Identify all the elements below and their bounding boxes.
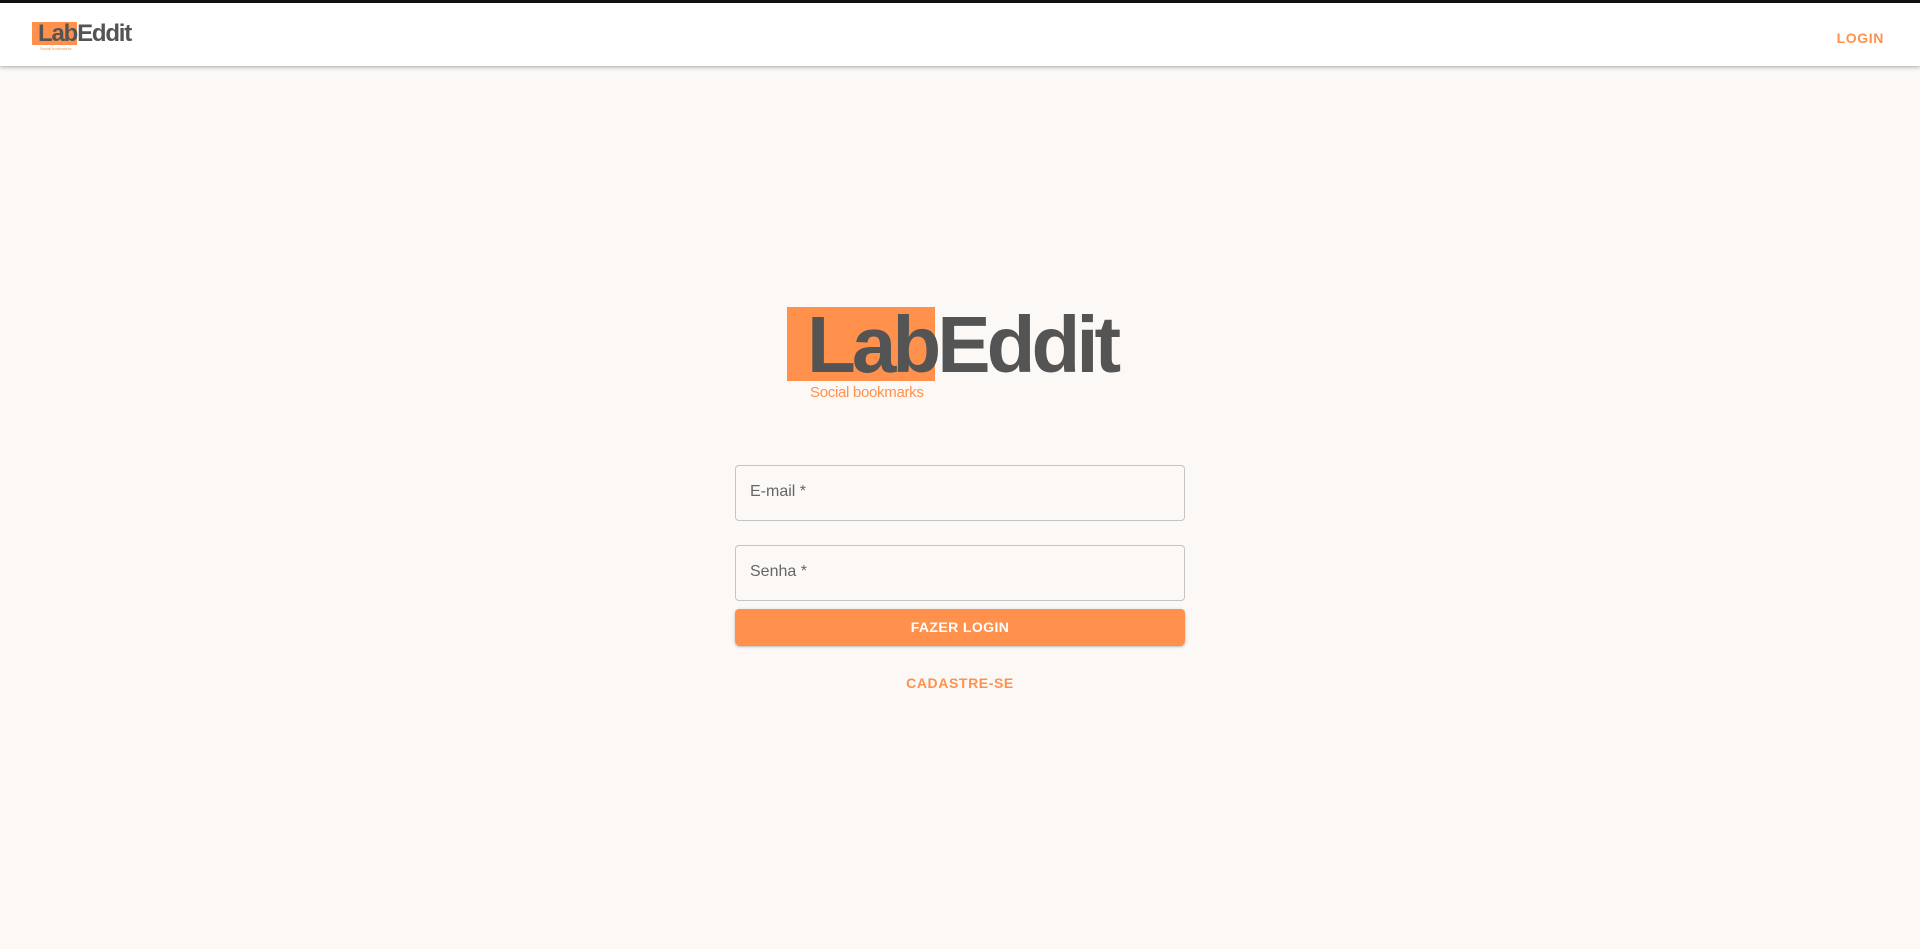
main-logo: LabEddit Social bookmarks [787, 300, 1147, 407]
logo-wordmark: LabEddit [38, 20, 132, 47]
logo-tagline: Social bookmarks [40, 46, 72, 51]
login-submit-button[interactable]: FAZER LOGIN [735, 609, 1185, 645]
email-field[interactable]: E-mail * [735, 465, 1185, 521]
logo-tagline: Social bookmarks [810, 384, 924, 401]
app-bar: LabEddit Social bookmarks LOGIN [0, 3, 1920, 66]
login-nav-button[interactable]: LOGIN [1823, 20, 1898, 56]
password-field[interactable]: Senha * [735, 545, 1185, 601]
password-input[interactable] [736, 546, 1184, 600]
logo-wordmark: LabEddit [807, 300, 1121, 389]
signup-button[interactable]: CADASTRE-SE [735, 665, 1185, 701]
email-input[interactable] [736, 466, 1184, 520]
header-logo[interactable]: LabEddit Social bookmarks [32, 20, 142, 54]
